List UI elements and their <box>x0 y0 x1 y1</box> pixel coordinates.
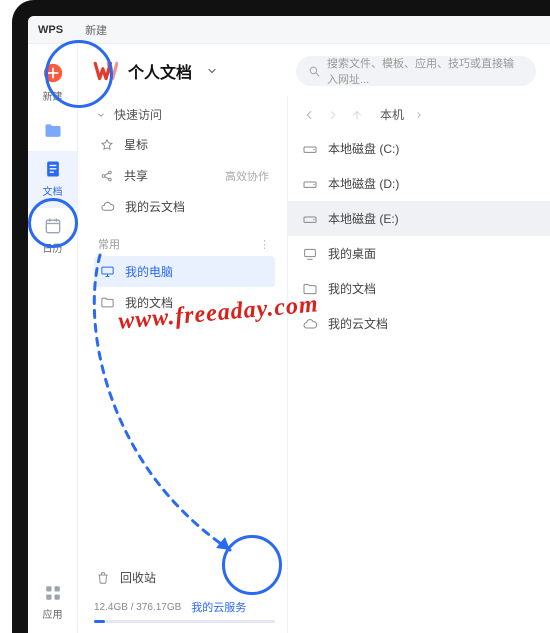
drive-label: 我的文档 <box>328 280 376 297</box>
nav-share[interactable]: 共享 高效协作 <box>94 160 275 191</box>
location-label[interactable]: 本机 <box>380 106 404 123</box>
share-icon <box>100 169 114 183</box>
drive-row[interactable]: 本地磁盘 (D:) <box>288 166 550 201</box>
nav-panel: 快速访问 星标 共享 高效协作 我的云文档 <box>78 96 288 633</box>
desktop-icon <box>302 246 318 262</box>
drive-icon <box>302 141 318 157</box>
page-title: 个人文档 <box>128 59 192 83</box>
rail-docs[interactable]: 文档 <box>28 151 77 208</box>
rail-calendar[interactable]: 日历 <box>28 208 77 265</box>
path-nav: 本机 <box>288 100 550 131</box>
frequent-label: 常用 <box>98 236 120 252</box>
storage-bar <box>94 620 275 623</box>
rail-label: 应用 <box>43 606 63 621</box>
content-panel: 本机 本地磁盘 (C:) 本地磁盘 (D:) 本地磁盘 (E:) <box>288 96 550 633</box>
rail-new[interactable]: 新建 <box>28 54 77 113</box>
drive-label: 本地磁盘 (D:) <box>328 175 399 192</box>
wps-logo-icon <box>92 58 118 84</box>
folder-doc-icon <box>100 295 115 310</box>
title-bar: WPS 新建 <box>28 16 550 44</box>
drive-label: 本地磁盘 (C:) <box>328 140 399 157</box>
nav-recycle-label: 回收站 <box>120 569 156 586</box>
nav-share-label: 共享 <box>124 167 148 184</box>
search-placeholder: 搜索文件、模板、应用、技巧或直接输入网址... <box>327 55 524 87</box>
chevron-right-icon <box>414 110 424 120</box>
drive-row[interactable]: 本地磁盘 (C:) <box>288 131 550 166</box>
quick-access-header[interactable]: 快速访问 <box>94 100 275 129</box>
nav-my-computer-label: 我的电脑 <box>125 263 173 280</box>
chevron-down-icon <box>96 110 106 120</box>
drive-row[interactable]: 我的文档 <box>288 271 550 306</box>
drive-label: 我的桌面 <box>328 245 376 262</box>
nav-recycle[interactable]: 回收站 <box>94 562 275 593</box>
folder-icon <box>43 121 63 141</box>
header: 个人文档 搜索文件、模板、应用、技巧或直接输入网址... <box>78 44 550 96</box>
nav-star[interactable]: 星标 <box>94 129 275 160</box>
up-icon[interactable] <box>350 108 364 122</box>
star-icon <box>100 138 114 152</box>
frequent-group: 常用 ⋮ <box>94 236 275 256</box>
drive-row[interactable]: 本地磁盘 (E:) <box>288 201 550 236</box>
back-icon[interactable] <box>302 108 316 122</box>
nav-cloud-docs[interactable]: 我的云文档 <box>94 191 275 222</box>
drive-label: 我的云文档 <box>328 315 388 332</box>
storage-text: 12.4GB / 376.17GB <box>94 602 181 613</box>
document-icon <box>43 159 63 179</box>
drive-label: 本地磁盘 (E:) <box>328 210 399 227</box>
folder-doc-icon <box>302 281 318 297</box>
nav-my-docs[interactable]: 我的文档 <box>94 287 275 318</box>
new-tab[interactable]: 新建 <box>85 22 107 38</box>
apps-grid-icon <box>44 584 62 602</box>
rail-label: 文档 <box>43 183 63 198</box>
nav-my-computer[interactable]: 我的电脑 <box>94 256 275 287</box>
chevron-down-icon[interactable] <box>206 65 218 77</box>
trash-icon <box>96 571 110 585</box>
rail-apps[interactable]: 应用 <box>28 576 77 621</box>
nav-my-docs-label: 我的文档 <box>125 294 173 311</box>
cloud-service-link[interactable]: 我的云服务 <box>191 599 246 615</box>
monitor-icon <box>100 264 115 279</box>
rail-folder[interactable] <box>28 113 77 151</box>
search-input[interactable]: 搜索文件、模板、应用、技巧或直接输入网址... <box>296 56 536 86</box>
plus-circle-icon <box>42 62 64 84</box>
left-rail: 新建 文档 日历 <box>28 44 78 633</box>
share-hint: 高效协作 <box>225 168 269 184</box>
rail-label: 新建 <box>43 88 63 103</box>
more-icon[interactable]: ⋮ <box>259 238 271 251</box>
drive-icon <box>302 211 318 227</box>
search-icon <box>308 65 321 78</box>
app-name: WPS <box>38 24 63 36</box>
nav-cloud-docs-label: 我的云文档 <box>125 198 185 215</box>
drive-icon <box>302 176 318 192</box>
cloud-icon <box>100 199 115 214</box>
forward-icon[interactable] <box>326 108 340 122</box>
drive-row[interactable]: 我的桌面 <box>288 236 550 271</box>
calendar-icon <box>43 216 63 236</box>
rail-label: 日历 <box>43 240 63 255</box>
cloud-icon <box>302 316 318 332</box>
nav-star-label: 星标 <box>124 136 148 153</box>
drive-row[interactable]: 我的云文档 <box>288 306 550 341</box>
quick-access-label: 快速访问 <box>114 106 162 123</box>
